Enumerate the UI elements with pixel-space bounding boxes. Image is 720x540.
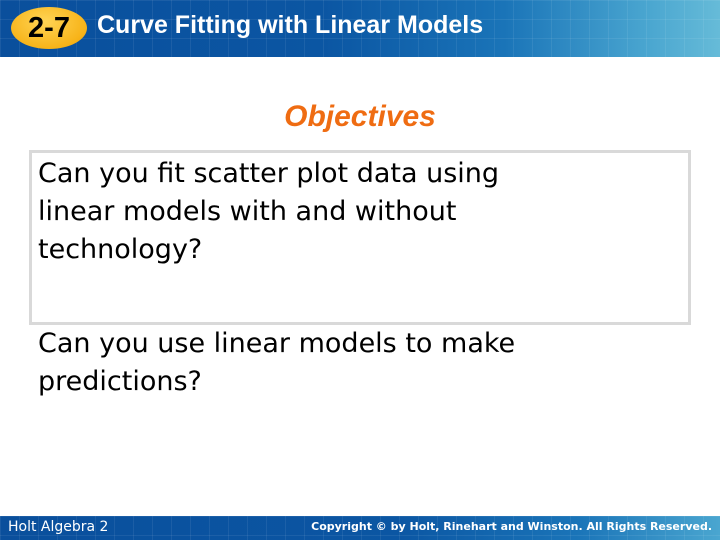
slide-header: 2-7 Curve Fitting with Linear Models xyxy=(0,0,720,57)
objective-question-2: Can you use linear models to make predic… xyxy=(38,328,516,397)
objective-question-1: Can you fit scatter plot data using line… xyxy=(38,158,500,265)
lesson-title: Curve Fitting with Linear Models xyxy=(97,11,484,39)
copyright-notice: Copyright © by Holt, Rinehart and Winsto… xyxy=(311,520,712,533)
lesson-number: 2-7 xyxy=(28,11,70,44)
book-title: Holt Algebra 2 xyxy=(8,519,109,535)
lesson-number-badge: 2-7 xyxy=(11,7,87,49)
slide-footer: Holt Algebra 2 Copyright © by Holt, Rine… xyxy=(0,516,720,540)
objectives-heading: Objectives xyxy=(284,100,436,133)
